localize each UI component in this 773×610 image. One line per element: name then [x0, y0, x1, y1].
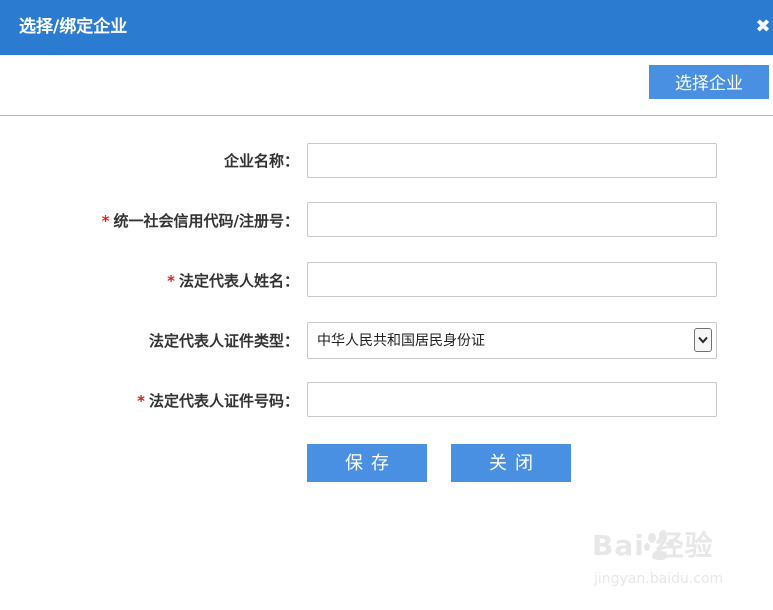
select-company-button[interactable]: 选择企业 — [649, 65, 769, 99]
company-name-label-text: 企业名称： — [223, 152, 299, 170]
legal-rep-name-label-text: 法定代表人姓名： — [178, 272, 299, 290]
id-type-label-text: 法定代表人证件类型： — [148, 332, 299, 350]
baidu-watermark: Bai 经验 jingyan.baidu.com — [592, 526, 737, 596]
paw-icon — [644, 530, 674, 560]
toolbar-divider — [0, 115, 773, 116]
legal-rep-name-input[interactable] — [307, 262, 717, 297]
watermark-url: jingyan.baidu.com — [594, 571, 724, 587]
close-button[interactable]: 关闭 — [451, 444, 571, 482]
id-number-input[interactable] — [307, 382, 717, 417]
id-number-label: * 法定代表人证件号码： — [137, 391, 299, 411]
id-type-select[interactable]: 中华人民共和国居民身份证 — [307, 322, 717, 359]
save-button[interactable]: 保存 — [307, 444, 427, 482]
chevron-down-icon[interactable] — [694, 328, 712, 352]
legal-rep-name-label: * 法定代表人姓名： — [167, 271, 299, 291]
credit-code-label: * 统一社会信用代码/注册号： — [102, 211, 299, 231]
close-icon[interactable]: ✖ — [754, 16, 772, 38]
company-name-label: 企业名称： — [224, 151, 299, 171]
credit-code-input[interactable] — [307, 202, 717, 237]
required-mark: * — [137, 392, 145, 410]
required-mark: * — [167, 272, 175, 290]
company-name-input[interactable] — [307, 143, 717, 178]
credit-code-label-text: 统一社会信用代码/注册号： — [113, 212, 299, 230]
id-number-label-text: 法定代表人证件号码： — [148, 392, 299, 410]
id-type-selected-value: 中华人民共和国居民身份证 — [317, 333, 485, 349]
dialog-titlebar: 选择/绑定企业 ✖ — [0, 0, 773, 55]
dialog-title: 选择/绑定企业 — [19, 17, 128, 37]
id-type-label: 法定代表人证件类型： — [149, 331, 299, 351]
required-mark: * — [101, 212, 110, 230]
